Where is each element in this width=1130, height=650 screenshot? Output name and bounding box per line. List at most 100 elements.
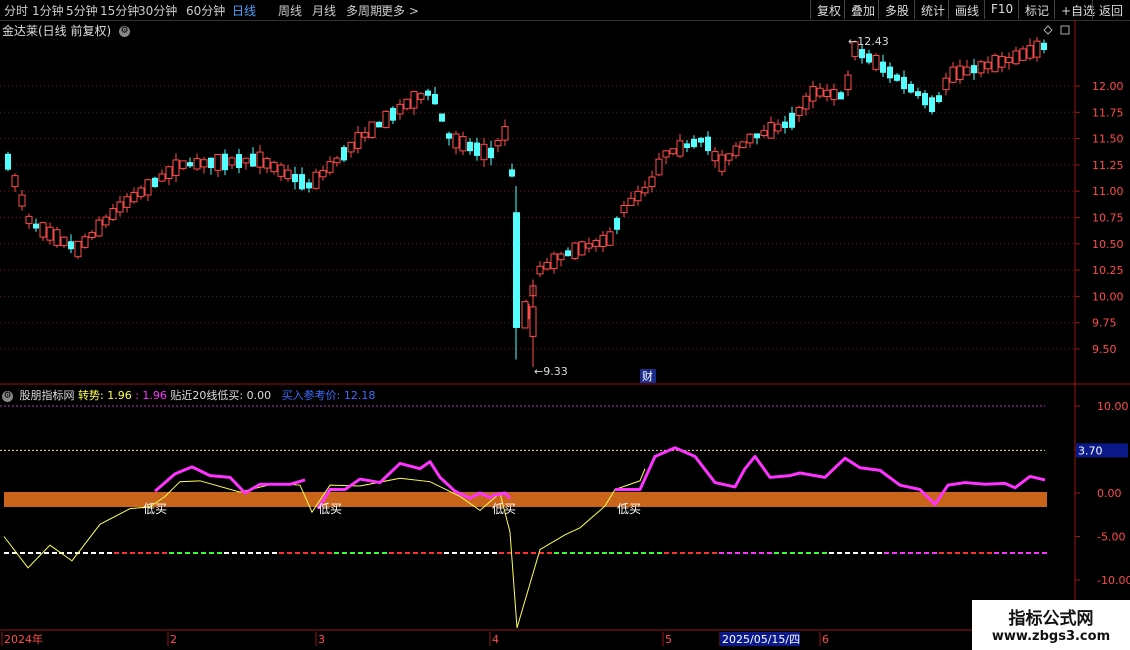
toolbar-btn-0[interactable]: 复权 xyxy=(810,0,844,19)
candle-body xyxy=(137,187,145,198)
candle-body xyxy=(1026,45,1034,59)
candle-body xyxy=(513,212,520,328)
candle-body xyxy=(452,133,460,149)
trend-value-2: 1.96 xyxy=(142,389,167,402)
period-5[interactable]: 60分钟 xyxy=(186,2,225,19)
candle-body xyxy=(277,164,285,177)
period-9[interactable]: 多周期 xyxy=(346,2,382,19)
period-6[interactable]: 日线 xyxy=(232,2,256,19)
candle-body xyxy=(501,126,509,141)
high-price-label: ←12.43 xyxy=(848,35,889,48)
candle-body xyxy=(669,148,677,155)
candle-body xyxy=(901,76,907,90)
price-tick-label: 11.00 xyxy=(1092,185,1124,198)
price-tick-label: 11.75 xyxy=(1092,106,1124,119)
candle-body xyxy=(263,158,271,169)
candle-body xyxy=(789,112,795,128)
period-10[interactable]: 更多 > xyxy=(381,2,419,19)
candle-body xyxy=(228,157,236,166)
period-0[interactable]: 分时 xyxy=(4,2,28,19)
candle-body xyxy=(116,201,124,213)
candle-body xyxy=(480,143,488,161)
candle-body xyxy=(627,197,635,207)
diamond-icon xyxy=(1043,25,1053,35)
candle-body xyxy=(187,162,193,167)
candle-body xyxy=(432,94,438,105)
candle-body xyxy=(782,121,788,128)
buy-signal-label: 低买 xyxy=(318,502,342,516)
toolbar-btn-1[interactable]: 叠加 xyxy=(844,0,878,19)
time-label: 2024年 xyxy=(4,632,43,646)
candle-body xyxy=(543,261,551,270)
indicator-name[interactable]: 股朋指标网 xyxy=(20,389,75,402)
candle-body xyxy=(256,151,264,168)
price-tick-label: 10.75 xyxy=(1092,212,1124,225)
toolbar-btn-4[interactable]: 画线 xyxy=(948,0,984,19)
buy-ref-label: 买入参考价: xyxy=(281,389,341,402)
candle-body xyxy=(922,93,928,106)
candle-body xyxy=(684,143,690,148)
candle-body xyxy=(326,161,334,173)
indicator-settings-icon[interactable]: ⚙ xyxy=(2,390,13,402)
candle-body xyxy=(292,173,298,183)
price-tick-label: 10.00 xyxy=(1092,290,1124,303)
candle-body xyxy=(376,121,382,128)
period-4[interactable]: 30分钟 xyxy=(138,2,177,19)
candle-body xyxy=(585,243,593,249)
candle-body xyxy=(172,159,180,176)
candle-body xyxy=(53,229,61,246)
price-tick-label: 10.25 xyxy=(1092,264,1124,277)
price-tick-label: 9.75 xyxy=(1092,317,1117,330)
candle-body xyxy=(123,196,131,208)
candle-body xyxy=(705,136,711,152)
toolbar-btn-2[interactable]: 多股 xyxy=(878,0,914,19)
toolbar-btn-7[interactable]: +自选 xyxy=(1054,0,1095,19)
candle-body xyxy=(698,137,704,143)
candle-body xyxy=(222,153,228,171)
candle-body xyxy=(1019,48,1027,61)
candle-body xyxy=(971,65,977,74)
candle-body xyxy=(208,157,214,169)
time-label: 3 xyxy=(318,633,325,646)
candle-body xyxy=(929,97,935,113)
candle-body xyxy=(459,136,467,152)
toolbar-btn-5[interactable]: F10 xyxy=(984,0,1018,19)
candle-body xyxy=(956,65,964,81)
candle-body xyxy=(488,147,494,159)
period-8[interactable]: 月线 xyxy=(312,2,336,19)
candle-body xyxy=(361,132,369,138)
period-7[interactable]: 周线 xyxy=(278,2,302,19)
buy-signal-label: 低买 xyxy=(143,502,167,516)
candle-body xyxy=(200,159,208,168)
indicator-header: ⚙ 股朋指标网 转势: 1.96 : 1.96 贴近20线低买: 0.00 买入… xyxy=(2,389,376,402)
candle-body xyxy=(109,208,117,220)
kline-chart[interactable]: 12.00 11.75 11.50 11.25 11.00 10.75 10.50 10.25… xyxy=(0,20,1130,650)
time-label: 6 xyxy=(822,633,829,646)
candle-body xyxy=(830,89,838,101)
candle-body xyxy=(529,306,537,337)
toolbar-btn-3[interactable]: 统计 xyxy=(914,0,948,19)
candle-body xyxy=(179,160,187,170)
period-2[interactable]: 5分钟 xyxy=(66,2,98,19)
period-1[interactable]: 1分钟 xyxy=(32,2,64,19)
candle-body xyxy=(81,236,89,248)
candle-body xyxy=(130,192,138,203)
low-price-label: ←9.33 xyxy=(534,365,568,378)
candle-body xyxy=(467,141,473,152)
candle-body xyxy=(991,55,999,73)
candle-body xyxy=(949,66,957,83)
toolbar-btn-8[interactable]: 返回 xyxy=(1092,0,1130,19)
candle-body xyxy=(312,171,320,189)
toolbar-btn-6[interactable]: 标记 xyxy=(1018,0,1054,19)
candle-body xyxy=(403,98,411,110)
candle-body xyxy=(95,219,103,237)
candle-body xyxy=(550,253,558,270)
period-3[interactable]: 15分钟 xyxy=(100,2,139,19)
candle-body xyxy=(774,123,782,132)
candle-body xyxy=(984,61,992,70)
candle-body xyxy=(859,49,865,59)
candle-body xyxy=(25,215,33,225)
candle-body xyxy=(662,150,670,158)
trend-label: 转势: xyxy=(78,389,104,402)
candle-body xyxy=(795,106,803,116)
